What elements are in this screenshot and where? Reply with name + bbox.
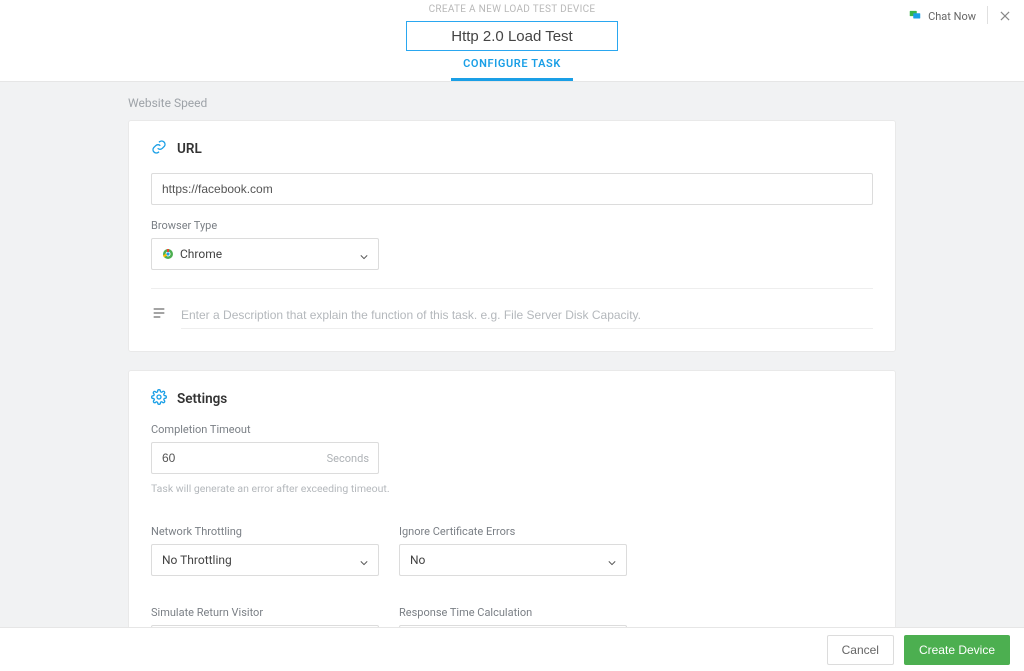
ignore-certificate-errors-select[interactable]: No bbox=[399, 544, 627, 576]
create-device-button[interactable]: Create Device bbox=[904, 635, 1010, 665]
network-throttling-select[interactable]: No Throttling bbox=[151, 544, 379, 576]
settings-card-header: Settings bbox=[151, 389, 873, 409]
url-card-title: URL bbox=[177, 141, 202, 157]
description-input[interactable] bbox=[181, 301, 873, 329]
divider bbox=[151, 288, 873, 289]
description-row bbox=[151, 301, 873, 329]
browser-type-value: Chrome bbox=[162, 247, 368, 261]
url-card-header: URL bbox=[151, 139, 873, 159]
browser-type-label: Browser Type bbox=[151, 219, 873, 232]
chat-now-label: Chat Now bbox=[928, 10, 976, 23]
settings-card: Settings Completion Timeout Seconds Task… bbox=[128, 370, 896, 627]
completion-timeout-suffix: Seconds bbox=[327, 442, 369, 474]
caret-down-icon bbox=[360, 551, 368, 570]
body-scroll-region[interactable]: Website Speed URL Browser Type Chrome bbox=[0, 82, 1024, 627]
response-time-calculation-label: Response Time Calculation bbox=[399, 606, 627, 619]
caret-down-icon bbox=[360, 245, 368, 264]
close-icon bbox=[998, 8, 1012, 27]
browser-type-select[interactable]: Chrome bbox=[151, 238, 379, 270]
header-divider bbox=[987, 6, 988, 24]
content: Website Speed URL Browser Type Chrome bbox=[128, 82, 896, 627]
completion-timeout-label: Completion Timeout bbox=[151, 423, 873, 436]
simulate-return-visitor-label: Simulate Return Visitor bbox=[151, 606, 379, 619]
tabs: CONFIGURE TASK bbox=[0, 49, 1024, 81]
header-subtitle: CREATE A NEW LOAD TEST DEVICE bbox=[429, 4, 596, 15]
ignore-certificate-errors-label: Ignore Certificate Errors bbox=[399, 525, 627, 538]
chat-now-button[interactable]: Chat Now bbox=[908, 8, 976, 25]
dialog-header: CREATE A NEW LOAD TEST DEVICE CONFIGURE … bbox=[0, 0, 1024, 82]
chrome-icon bbox=[162, 248, 174, 260]
link-icon bbox=[151, 139, 167, 159]
network-throttling-label: Network Throttling bbox=[151, 525, 379, 538]
browser-type-text: Chrome bbox=[180, 247, 222, 261]
page-label-website-speed: Website Speed bbox=[128, 82, 896, 120]
ignore-certificate-errors-value: No bbox=[410, 553, 616, 567]
url-input[interactable] bbox=[151, 173, 873, 205]
tab-configure-task[interactable]: CONFIGURE TASK bbox=[451, 49, 573, 81]
url-card: URL Browser Type Chrome bbox=[128, 120, 896, 352]
gear-icon bbox=[151, 389, 167, 409]
device-name-input[interactable] bbox=[406, 21, 618, 51]
caret-down-icon bbox=[608, 551, 616, 570]
completion-timeout-hint: Task will generate an error after exceed… bbox=[151, 482, 873, 495]
network-throttling-value: No Throttling bbox=[162, 553, 368, 567]
chat-icon bbox=[908, 8, 922, 25]
description-icon bbox=[151, 305, 167, 325]
cancel-button[interactable]: Cancel bbox=[827, 635, 894, 665]
settings-card-title: Settings bbox=[177, 391, 227, 407]
dialog-footer: Cancel Create Device bbox=[0, 627, 1024, 671]
completion-timeout-wrap: Seconds bbox=[151, 442, 379, 474]
close-button[interactable] bbox=[998, 8, 1012, 27]
